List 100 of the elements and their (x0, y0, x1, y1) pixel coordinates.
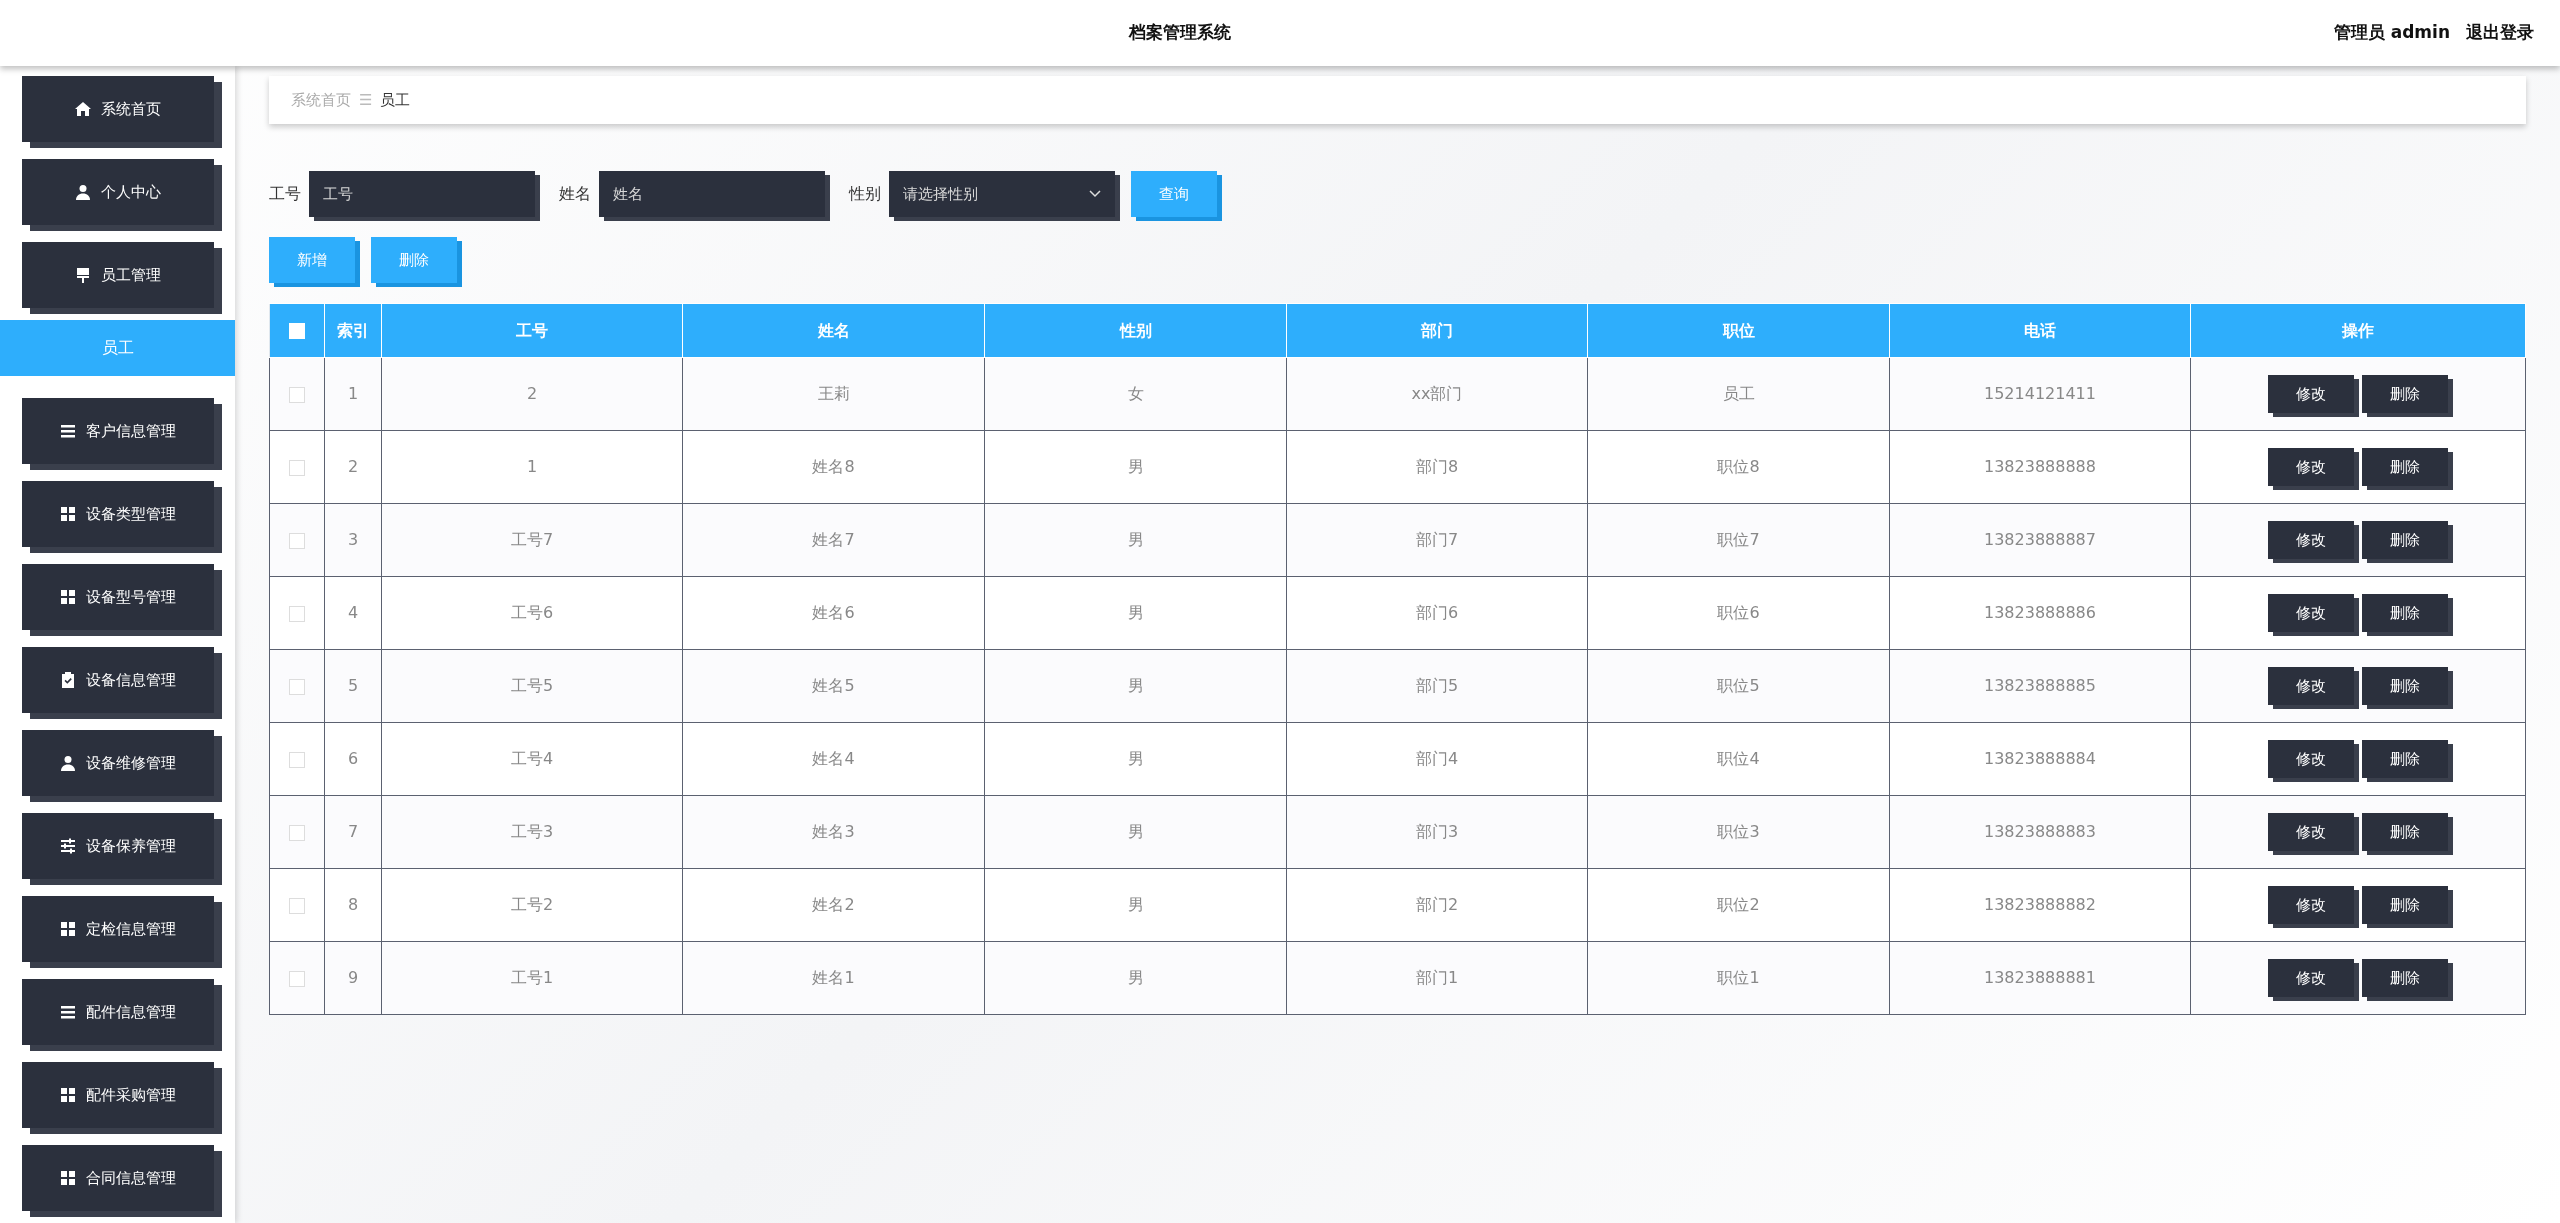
breadcrumb-current: 员工 (380, 89, 411, 111)
table-cell: 男 (984, 795, 1287, 869)
table-cell: 男 (984, 503, 1287, 577)
column-header: 部门 (1286, 303, 1588, 358)
row-checkbox[interactable] (289, 605, 305, 622)
grid-icon (60, 506, 76, 522)
table-cell: 姓名5 (682, 649, 985, 723)
table-cell: 13823888886 (1889, 576, 2191, 650)
table-cell: 13823888884 (1889, 722, 2191, 796)
column-header: 姓名 (682, 303, 985, 358)
table-cell: 7 (324, 795, 382, 869)
table-cell: 2 (324, 430, 382, 504)
table-cell: 职位5 (1587, 649, 1890, 723)
clipboard-icon (60, 672, 76, 688)
table-cell: 1 (324, 357, 382, 431)
table-cell: 工号5 (381, 649, 683, 723)
field-label: 工号 (269, 183, 301, 205)
home-icon (75, 101, 91, 117)
table-cell: 工号4 (381, 722, 683, 796)
table-cell: 13823888883 (1889, 795, 2191, 869)
search-field[interactable]: 姓名 (599, 171, 825, 217)
table-cell: 13823888881 (1889, 941, 2191, 1015)
grid-icon (60, 1170, 76, 1186)
table-cell: 部门5 (1286, 649, 1588, 723)
table-cell: 职位4 (1587, 722, 1890, 796)
table-cell: 13823888887 (1889, 503, 2191, 577)
table-cell: 姓名7 (682, 503, 985, 577)
row-checkbox[interactable] (289, 970, 305, 987)
column-header: 电话 (1889, 303, 2191, 358)
table-cell: 职位6 (1587, 576, 1890, 650)
table-cell: 2 (381, 357, 683, 431)
table-cell: 男 (984, 868, 1287, 942)
table-cell: 13823888885 (1889, 649, 2191, 723)
table-cell: xx部门 (1286, 357, 1588, 431)
table-cell: 13823888882 (1889, 868, 2191, 942)
table-cell: 员工 (1587, 357, 1890, 431)
row-checkbox[interactable] (289, 824, 305, 841)
grid-icon (60, 1087, 76, 1103)
select-all-checkbox[interactable] (289, 323, 305, 339)
search-field[interactable]: 工号 (309, 171, 535, 217)
table-cell: 职位7 (1587, 503, 1890, 577)
column-header: 索引 (324, 303, 382, 358)
table-cell: 职位2 (1587, 868, 1890, 942)
table-cell: 姓名2 (682, 868, 985, 942)
row-checkbox[interactable] (289, 386, 305, 403)
app-title: 档案管理系统 (1128, 21, 1231, 45)
table-cell: 部门6 (1286, 576, 1588, 650)
table-cell: 男 (984, 576, 1287, 650)
table-cell: 王莉 (682, 357, 985, 431)
table-cell: 1 (381, 430, 683, 504)
table-cell: 8 (324, 868, 382, 942)
table-cell: 姓名6 (682, 576, 985, 650)
field-label: 姓名 (559, 183, 591, 205)
row-checkbox[interactable] (289, 532, 305, 549)
table-cell: 部门3 (1286, 795, 1588, 869)
column-header: 操作 (2190, 303, 2526, 358)
list-icon (60, 1004, 76, 1020)
table-cell: 部门7 (1286, 503, 1588, 577)
column-header: 职位 (1587, 303, 1890, 358)
table-cell: 工号6 (381, 576, 683, 650)
table-cell: 13823888888 (1889, 430, 2191, 504)
grid-icon (60, 921, 76, 937)
table-cell: 4 (324, 576, 382, 650)
table-cell: 姓名3 (682, 795, 985, 869)
user-icon (60, 755, 76, 771)
table-cell: 职位3 (1587, 795, 1890, 869)
table-cell: 姓名4 (682, 722, 985, 796)
row-checkbox[interactable] (289, 897, 305, 914)
list-icon (60, 423, 76, 439)
row-checkbox[interactable] (289, 459, 305, 476)
table-cell: 5 (324, 649, 382, 723)
table-cell: 工号1 (381, 941, 683, 1015)
row-checkbox[interactable] (289, 678, 305, 695)
table-cell: 9 (324, 941, 382, 1015)
table-cell: 职位8 (1587, 430, 1890, 504)
table-cell: 女 (984, 357, 1287, 431)
table-cell: 男 (984, 722, 1287, 796)
user-label: 管理员 admin (2333, 21, 2450, 45)
table-cell: 部门1 (1286, 941, 1588, 1015)
table-cell: 部门4 (1286, 722, 1588, 796)
user-icon (75, 184, 91, 200)
table-cell: 工号3 (381, 795, 683, 869)
table-cell: 男 (984, 649, 1287, 723)
sliders-icon (60, 838, 76, 854)
table-cell: 职位1 (1587, 941, 1890, 1015)
table-cell: 姓名1 (682, 941, 985, 1015)
row-checkbox[interactable] (289, 751, 305, 768)
grid-icon (60, 589, 76, 605)
table-cell: 工号7 (381, 503, 683, 577)
table-cell: 男 (984, 941, 1287, 1015)
logout-link[interactable]: 退出登录 (2466, 20, 2534, 46)
table-cell: 部门8 (1286, 430, 1588, 504)
chevron-down-icon (1089, 190, 1101, 198)
table-cell: 男 (984, 430, 1287, 504)
table-cell: 姓名8 (682, 430, 985, 504)
column-header: 性别 (984, 303, 1287, 358)
table-cell: 部门2 (1286, 868, 1588, 942)
field-label: 性别 (849, 183, 881, 205)
table-cell: 6 (324, 722, 382, 796)
table-cell: 工号2 (381, 868, 683, 942)
